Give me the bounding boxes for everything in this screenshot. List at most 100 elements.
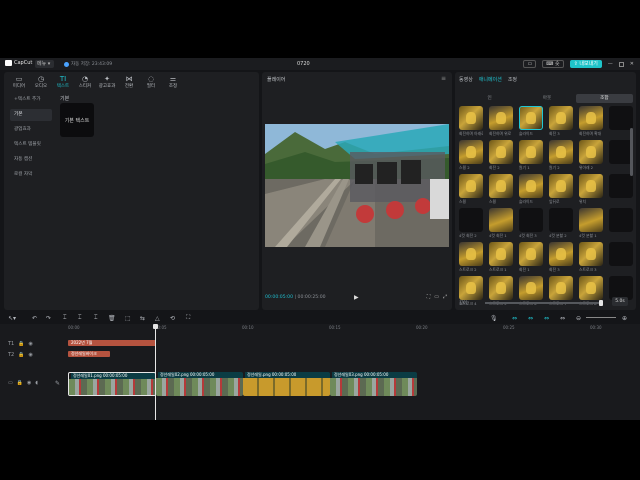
text-clip[interactable]: 2022년 7월 [68,340,156,346]
magnet-icon[interactable]: ⇔ [528,315,533,322]
properties-tab[interactable]: 동영상 [459,76,473,83]
zoom-out-icon[interactable]: ⊖ [576,315,581,322]
tool-sticker[interactable]: ◔ 스티커 [74,72,96,92]
tool-media[interactable]: ▭ 미디어 [8,72,30,92]
tool-transition[interactable]: ⋈ 전환 [118,72,140,92]
animation-item[interactable]: 스윙 [489,174,513,204]
playhead[interactable] [153,324,158,420]
animation-item[interactable]: 스윙 [459,174,483,204]
mask-icon[interactable]: △ [155,315,160,322]
tool-effect[interactable]: ✦ 광고효과 [96,72,118,92]
animation-item[interactable]: 회전 2 [489,140,513,170]
animation-item[interactable]: 4컷 회전 3 [519,208,543,238]
fullscreen-icon[interactable]: ⤢ [443,294,447,300]
animation-item[interactable]: 회전하며 위로 [489,106,513,136]
animation-item[interactable]: 스트로크 3 [579,242,603,272]
snap-icon[interactable]: ⇔ [544,315,549,322]
nav-item[interactable]: 로컬 자막 [10,169,52,181]
crop-icon[interactable]: ⛶ [427,294,431,300]
scrollbar[interactable] [630,128,633,176]
animation-item[interactable]: 4컷 회전 2 [459,208,483,238]
audio-icon[interactable]: ◖ [35,380,38,386]
freeze-icon[interactable]: ⬚ [125,315,131,322]
lock-icon[interactable]: 🔒 [17,380,23,386]
tool-adjust[interactable]: ⚌ 조정 [162,72,184,92]
delete-icon[interactable]: 🗑 [108,315,116,322]
layout-button[interactable]: ▭ [523,60,537,68]
video-clip[interactable]: 정선레일01.png 00:00:05:00 [68,372,156,396]
lock-icon[interactable]: 🔒 [18,352,24,358]
shortcut-button[interactable]: ⌨ 숏 [542,60,564,68]
animation-item[interactable]: 회전하며 확대 [579,106,603,136]
duration-value[interactable]: 5.0s [612,297,628,306]
video-clip[interactable]: 정선레일03.png 00:00:05:00 [330,372,417,396]
animation-item[interactable]: 회전 1 [519,242,543,272]
animation-subtab[interactable]: 인 [461,94,518,103]
redo-icon[interactable]: ↷ [46,315,51,322]
preview-axis-icon[interactable]: ⇔ [560,315,565,322]
animation-item[interactable]: 스트로크 1 [489,242,513,272]
minimize-icon[interactable]: — [608,61,613,67]
ratio-icon[interactable]: ▭ [434,294,439,300]
animation-item[interactable] [609,208,633,238]
animation-subtab[interactable]: 아웃 [518,94,575,103]
zoom-in-icon[interactable]: ⊕ [622,315,627,322]
export-button[interactable]: ⇪ 내보내기 [569,60,602,68]
animation-item[interactable]: 스윙 2 [459,140,483,170]
duration-slider[interactable] [485,300,603,306]
properties-tab[interactable]: 조정 [508,76,517,83]
split-left-icon[interactable]: ⌶ [78,314,82,322]
nav-item[interactable]: 광업효과 [10,124,52,136]
eye-icon[interactable]: ◉ [28,352,32,358]
lock-icon[interactable]: 🔒 [18,341,24,347]
link-icon[interactable]: ⇔ [512,315,517,322]
select-icon[interactable]: ↖▾ [8,315,16,322]
menu-icon[interactable]: ≡ [441,75,446,82]
video-preview[interactable] [265,124,449,247]
split-icon[interactable]: ⌶ [63,314,67,322]
rotate-icon[interactable]: ⟲ [170,315,175,322]
nav-item[interactable]: 텍스트 템플릿 [10,139,52,151]
animation-item[interactable]: 앞뒤로 [549,174,573,204]
close-icon[interactable]: ✕ [630,61,634,67]
animation-item[interactable]: 4컷 분할 2 [549,208,573,238]
animation-item[interactable]: 원기 1 [519,140,543,170]
maximize-icon[interactable] [618,61,624,67]
mic-icon[interactable]: 🎙 [490,315,498,322]
animation-item[interactable]: 회전 3 [549,242,573,272]
edit-cover-icon[interactable]: ✎ [55,380,60,387]
nav-item[interactable]: 자동 캡션 [10,154,52,166]
eye-icon[interactable]: ◉ [27,380,31,386]
animation-item[interactable] [609,174,633,204]
animation-item[interactable]: 회전 3 [549,106,573,136]
animation-item[interactable] [609,242,633,272]
play-button[interactable]: ▶ [354,294,359,301]
menu-button[interactable]: 메뉴 ▾ [35,60,54,68]
animation-item[interactable]: 위아래 2 [579,140,603,170]
default-text-card[interactable]: 기본 텍스트 [60,103,94,137]
animation-item[interactable]: 회전하며 아래로 [459,106,483,136]
undo-icon[interactable]: ↶ [32,315,37,322]
properties-tab[interactable]: 애니메이션 [479,76,502,83]
video-clip[interactable]: 정선레일.png 00:00:05:00 [243,372,330,396]
animation-item[interactable]: 스트로크 2 [459,242,483,272]
video-clip[interactable]: 정선레일02.png 00:00:05:00 [156,372,243,396]
animation-item[interactable]: 슬라이드 [519,174,543,204]
crop-tool-icon[interactable]: ⛶ [186,314,190,322]
nav-item[interactable]: +텍스트 추가 [10,94,52,106]
eye-icon[interactable]: ◉ [28,341,32,347]
tool-audio[interactable]: ◷ 오디오 [30,72,52,92]
animation-item[interactable]: 원기 2 [549,140,573,170]
slider-knob[interactable] [599,300,603,306]
zoom-slider[interactable] [586,317,616,318]
nav-item[interactable]: 기본 [10,109,52,121]
split-right-icon[interactable]: ⌶ [94,314,98,322]
animation-item[interactable]: 슬라이드 [519,106,543,136]
tool-filter[interactable]: ◌ 필터 [140,72,162,92]
text-clip[interactable]: 정선레일바이크 [68,351,110,357]
animation-subtab[interactable]: 조합 [575,94,633,103]
reverse-icon[interactable]: ⇆ [140,315,145,322]
animation-item[interactable]: 4컷 분할 1 [579,208,603,238]
animation-item[interactable]: 4컷 회전 1 [489,208,513,238]
tool-text[interactable]: TI 텍스트 [52,72,74,92]
